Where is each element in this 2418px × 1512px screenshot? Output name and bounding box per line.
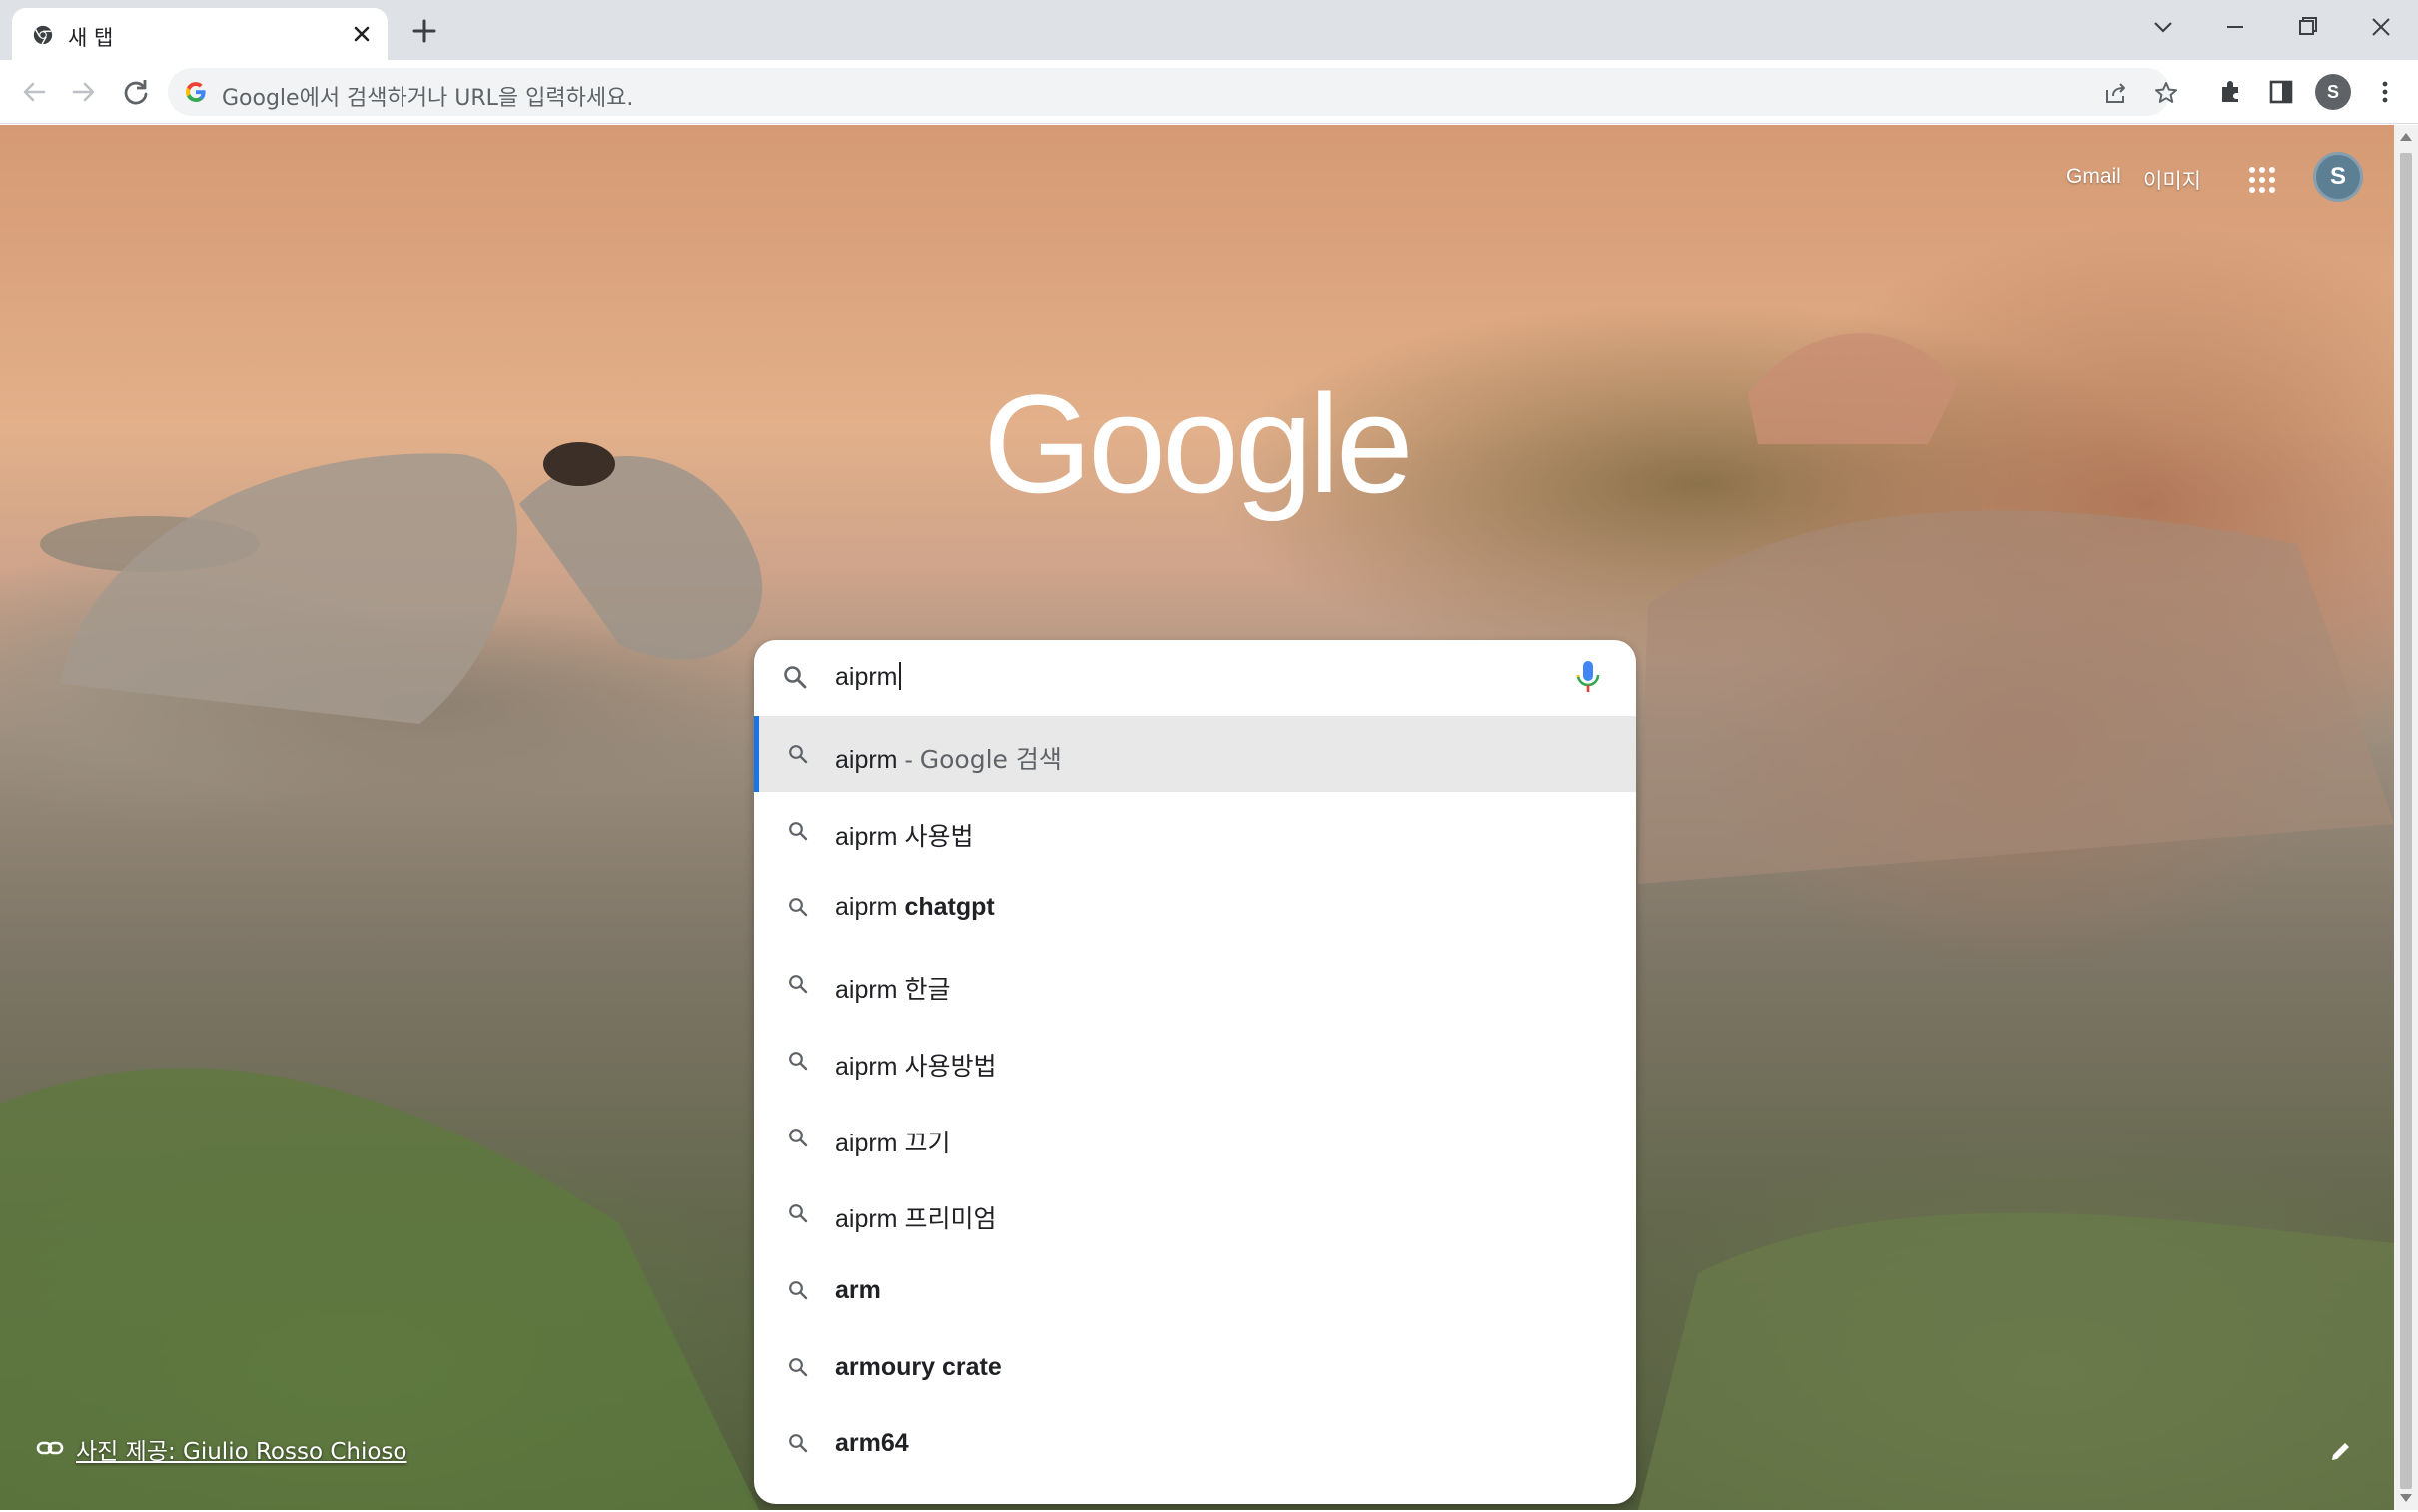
suggestion-text: arm [835, 1276, 881, 1305]
suggestion-item[interactable]: arm [754, 1252, 1636, 1328]
apps-grid-icon[interactable] [2245, 163, 2279, 197]
suggestion-text: arm64 [835, 1429, 909, 1458]
suggestion-item[interactable]: aiprm 끄기 [754, 1100, 1636, 1175]
reload-icon[interactable] [118, 74, 154, 110]
close-window-button[interactable] [2361, 10, 2401, 44]
voice-search-mic-icon[interactable] [1575, 660, 1601, 694]
suggestion-completion: armoury crate [835, 1353, 1002, 1381]
suggestion-item[interactable]: aiprm 사용법 [754, 793, 1636, 869]
suggestion-description: Google 검색 [919, 745, 1062, 774]
search-box: aiprm aiprm - Google 검색 aiprm 사용법 aiprm ch… [754, 640, 1636, 1504]
text-caret [898, 662, 901, 690]
search-query-text[interactable]: aiprm [835, 662, 901, 692]
suggestion-item[interactable]: arm64 [754, 1405, 1636, 1481]
suggestion-completion: 끄기 [904, 1129, 951, 1157]
suggestion-item[interactable]: aiprm - Google 검색 [754, 716, 1636, 792]
forward-icon[interactable] [66, 74, 102, 110]
suggestion-text: aiprm - Google 검색 [835, 740, 1062, 776]
scroll-down-arrow-icon[interactable] [2400, 1494, 2412, 1502]
images-link[interactable]: 이미지 [2143, 165, 2201, 195]
side-panel-icon[interactable] [2263, 74, 2299, 110]
photo-attribution-link[interactable]: 사진 제공: Giulio Rosso Chioso [76, 1432, 407, 1466]
new-tab-page: Gmail 이미지 S Google aiprm aiprm - Google … [0, 125, 2394, 1510]
share-icon[interactable] [2103, 80, 2129, 106]
scrollbar-thumb[interactable] [2400, 153, 2412, 1489]
google-logo: Google [983, 380, 1413, 522]
search-icon [789, 1204, 808, 1223]
tab-strip: 새 탭 [0, 0, 2418, 60]
profile-avatar-button[interactable]: S [2315, 74, 2351, 110]
suggestion-completion: 사용방법 [904, 1052, 997, 1081]
suggestion-completion: arm64 [835, 1429, 909, 1457]
edit-pencil-icon[interactable] [2327, 1437, 2355, 1465]
suggestion-prefix: aiprm [835, 1053, 905, 1081]
suggestion-completion: 한글 [904, 975, 951, 1004]
scroll-up-arrow-icon[interactable] [2400, 133, 2412, 141]
new-tab-button[interactable] [407, 14, 441, 48]
suggestion-completion: chatgpt [904, 893, 995, 921]
address-bar-placeholder: Google에서 검색하거나 URL을 입력하세요. [222, 86, 634, 111]
search-icon [784, 666, 807, 689]
link-icon [36, 1441, 64, 1455]
search-icon [789, 822, 808, 841]
suggestion-text: aiprm 한글 [835, 970, 950, 1006]
suggestion-prefix: aiprm [835, 1130, 905, 1157]
search-icon [789, 1358, 808, 1377]
suggestion-separator: - [897, 746, 920, 774]
minimize-button[interactable] [2215, 10, 2255, 44]
tab-title: 새 탭 [68, 26, 114, 50]
suggestion-item[interactable]: aiprm chatgpt [754, 869, 1636, 945]
suggestion-text: aiprm 사용법 [835, 817, 973, 853]
suggestion-prefix: aiprm [835, 1205, 905, 1233]
gmail-link[interactable]: Gmail [2066, 165, 2121, 189]
search-query-value: aiprm [835, 663, 898, 691]
search-icon [789, 1281, 808, 1300]
chrome-icon [33, 25, 53, 45]
search-icon [789, 1434, 808, 1453]
suggestion-completion: arm [835, 1276, 881, 1304]
more-menu-icon[interactable] [2367, 74, 2403, 110]
back-icon[interactable] [16, 74, 52, 110]
page-scrollbar[interactable] [2394, 125, 2418, 1510]
suggestion-completion: 프리미엄 [904, 1204, 997, 1233]
suggestion-item[interactable]: aiprm 한글 [754, 946, 1636, 1022]
tab-search-chevron-icon[interactable] [2143, 10, 2183, 44]
suggestion-item[interactable]: aiprm 사용방법 [754, 1023, 1636, 1099]
suggestion-text: aiprm 프리미엄 [835, 1199, 996, 1235]
suggestion-prefix: aiprm [835, 823, 905, 851]
search-input[interactable]: aiprm [754, 640, 1636, 714]
bookmark-star-icon[interactable] [2153, 80, 2179, 106]
suggestion-text: aiprm chatgpt [835, 893, 995, 922]
suggestion-prefix: aiprm [835, 746, 898, 774]
suggestion-prefix: aiprm [835, 893, 905, 921]
search-icon [789, 745, 808, 764]
suggestion-item[interactable]: aiprm 프리미엄 [754, 1175, 1636, 1251]
search-icon [789, 898, 808, 917]
tab-new-tab[interactable]: 새 탭 [12, 8, 388, 60]
close-icon[interactable] [350, 22, 374, 46]
browser-toolbar: Google에서 검색하거나 URL을 입력하세요. S [0, 60, 2418, 124]
search-icon [789, 1052, 808, 1071]
svg-text:Google: Google [983, 380, 1409, 522]
suggestion-completion: 사용법 [904, 822, 974, 851]
extensions-icon[interactable] [2213, 74, 2249, 110]
suggestion-item[interactable]: armoury crate [754, 1329, 1636, 1405]
google-g-icon [185, 82, 206, 103]
suggestion-text: aiprm 사용방법 [835, 1047, 996, 1083]
search-icon [789, 1129, 808, 1147]
address-bar[interactable]: Google에서 검색하거나 URL을 입력하세요. [168, 68, 2177, 116]
account-avatar[interactable]: S [2313, 152, 2363, 202]
suggestion-text: aiprm 끄기 [835, 1124, 950, 1159]
suggestion-prefix: aiprm [835, 976, 905, 1004]
restore-button[interactable] [2287, 10, 2327, 44]
search-icon [789, 975, 808, 994]
suggestion-text: armoury crate [835, 1353, 1002, 1382]
